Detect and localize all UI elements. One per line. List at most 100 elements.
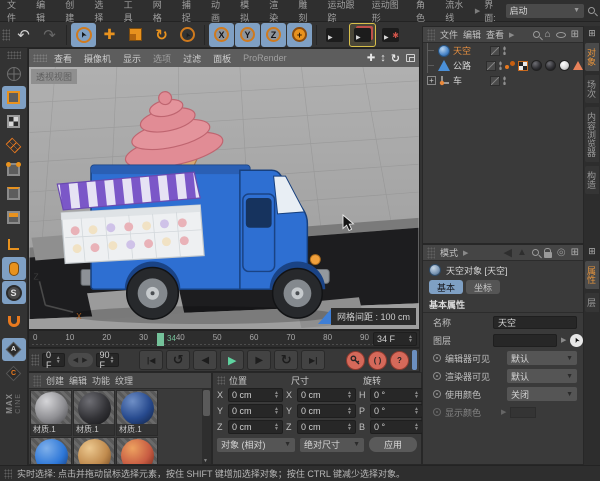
size-z-field[interactable]: 0 cm ▲ ▼ — [297, 420, 356, 434]
dock-add-icon[interactable]: ⊞ — [588, 246, 596, 257]
name-field[interactable]: 天空 — [493, 315, 577, 329]
prev-frame-button[interactable]: ◀ — [193, 350, 218, 370]
layer-tag[interactable] — [490, 75, 500, 86]
menu-character[interactable]: 角色 — [409, 0, 438, 24]
visibility-dots[interactable] — [503, 76, 506, 85]
menu-file[interactable]: 文件 — [0, 0, 29, 24]
end-frame-field[interactable]: 90 F ▲ ▼ — [95, 350, 119, 370]
position-z-field[interactable]: 0 cm ▲ ▼ — [228, 420, 283, 434]
tab-attributes[interactable]: 属性 — [585, 261, 599, 289]
layer-menu-arrow[interactable]: ▶ — [561, 336, 566, 344]
scroll-stub[interactable] — [412, 350, 417, 370]
compositing-tag[interactable] — [518, 60, 528, 71]
texture-mode-button[interactable] — [2, 110, 26, 133]
rotation-p-field[interactable]: 0 ° ▲ ▼ — [370, 404, 423, 418]
tab-basic[interactable]: 基本 — [429, 280, 464, 294]
material-slot[interactable]: 材质.1 — [30, 390, 72, 436]
menu-sculpt[interactable]: 雕刻 — [291, 0, 320, 24]
menu-motion-tracker[interactable]: 运动跟踪 — [321, 0, 365, 24]
material-slot[interactable]: 材质.1 — [30, 437, 72, 464]
layer-tag[interactable] — [486, 60, 496, 71]
magnet-tool-button[interactable] — [2, 310, 26, 333]
workplane-button[interactable]: C — [2, 362, 26, 385]
om-menu-more[interactable]: ▶ — [509, 31, 514, 39]
menu-create[interactable]: 创建 — [58, 0, 87, 24]
workplane-mode-button[interactable] — [2, 134, 26, 157]
toolbar-grip[interactable] — [2, 28, 10, 41]
render-visibility-select[interactable]: 默认 ▼ — [507, 369, 577, 383]
am-grip[interactable] — [427, 246, 435, 259]
last-tool[interactable]: ➤ — [175, 23, 200, 47]
viewport-view-label[interactable]: 透视视图 — [31, 69, 78, 84]
menu-tools[interactable]: 工具 — [117, 0, 146, 24]
polygons-mode-button[interactable] — [2, 206, 26, 229]
tab-coordinates[interactable]: 坐标 — [466, 280, 501, 294]
dock-add-icon[interactable]: ⊞ — [588, 28, 596, 39]
tab-layers[interactable]: 层 — [585, 293, 599, 312]
live-selection-tool[interactable]: ➤ — [71, 22, 96, 47]
menu-animate[interactable]: 动画 — [204, 0, 233, 24]
object-row-sky[interactable]: 天空 — [423, 43, 583, 58]
vp-menu-filter[interactable]: 过滤 — [178, 52, 206, 65]
play-button[interactable]: ▶ — [220, 350, 245, 370]
material-slot[interactable]: 材质.1 — [116, 390, 158, 436]
am-addview-icon[interactable]: ⊞ — [571, 247, 579, 258]
tab-takes[interactable]: 场次 — [585, 75, 599, 103]
vp-menu-options[interactable]: 选项 — [148, 52, 176, 65]
om-search-icon[interactable] — [532, 31, 540, 38]
enable-axis-button[interactable] — [2, 233, 26, 256]
timeline-marker[interactable] — [157, 333, 164, 346]
z-axis-lock-button[interactable]: Z — [261, 22, 286, 47]
transport-grip[interactable] — [31, 354, 39, 366]
undo-button[interactable]: ↶ — [11, 23, 36, 47]
move-tool[interactable]: ✚ — [97, 23, 122, 47]
scene-3d[interactable]: Z X — [29, 67, 419, 329]
goto-start-button[interactable]: |◀ — [139, 350, 164, 370]
frame-field[interactable]: 34 F ▲ ▼ — [373, 332, 417, 346]
x-axis-lock-button[interactable]: X — [209, 22, 234, 47]
display-color-swatch[interactable] — [510, 406, 537, 418]
coordinate-system-button[interactable]: + — [287, 22, 312, 47]
render-view-button[interactable]: ▶ — [321, 23, 348, 47]
size-x-field[interactable]: 0 cm ▲ ▼ — [297, 388, 356, 402]
rotate-tool[interactable]: ↻ — [149, 23, 174, 47]
position-x-field[interactable]: 0 cm ▲ ▼ — [228, 388, 283, 402]
viewport-solo-button[interactable] — [1, 257, 26, 280]
autokey-button[interactable]: ( ) — [368, 350, 387, 370]
coords-grip[interactable] — [217, 375, 225, 385]
lock-icon[interactable] — [543, 247, 552, 258]
menu-simulate[interactable]: 模拟 — [233, 0, 262, 24]
material-tag[interactable] — [531, 60, 542, 71]
prev-key-button[interactable]: ↺ — [166, 350, 191, 370]
vp-menu-panel[interactable]: 面板 — [208, 52, 236, 65]
phong-tag[interactable] — [505, 60, 515, 71]
history-back-icon[interactable]: ◀ — [504, 246, 512, 259]
om-menu-file[interactable]: 文件 — [440, 28, 458, 41]
am-mode-menu[interactable]: 模式 — [440, 246, 458, 259]
make-editable-button[interactable] — [2, 62, 26, 85]
material-slot[interactable]: 材质.1 — [73, 390, 115, 436]
materials-menu-create[interactable]: 创建 — [46, 374, 64, 387]
y-axis-lock-button[interactable]: Y — [235, 22, 260, 47]
menu-pipeline[interactable]: 流水线 — [438, 0, 475, 24]
search-icon[interactable] — [588, 7, 596, 14]
vp-pan-icon[interactable]: ✚ — [367, 53, 375, 64]
vp-menu-display[interactable]: 显示 — [118, 52, 146, 65]
materials-scrollbar[interactable]: ▼ — [202, 389, 211, 464]
materials-grip[interactable] — [33, 374, 41, 387]
editor-visibility-select[interactable]: 默认 ▼ — [507, 351, 577, 365]
next-frame-button[interactable]: ▶ — [247, 350, 272, 370]
edges-mode-button[interactable] — [2, 182, 26, 205]
visibility-dots[interactable] — [499, 61, 502, 70]
statusbar-grip[interactable] — [4, 468, 12, 479]
am-search-icon[interactable] — [531, 249, 539, 256]
history-up-icon[interactable]: ▲ — [517, 247, 527, 258]
use-color-select[interactable]: 关闭 ▼ — [507, 387, 577, 401]
model-mode-button[interactable] — [1, 86, 26, 109]
material-slot[interactable]: 材质.1 — [116, 437, 158, 464]
animation-dot-icon[interactable] — [433, 372, 441, 380]
material-tag[interactable] — [545, 60, 556, 71]
vp-menu-camera[interactable]: 摄像机 — [79, 52, 116, 65]
size-y-field[interactable]: 0 cm ▲ ▼ — [297, 404, 356, 418]
tab-objects[interactable]: 对象 — [585, 43, 599, 71]
